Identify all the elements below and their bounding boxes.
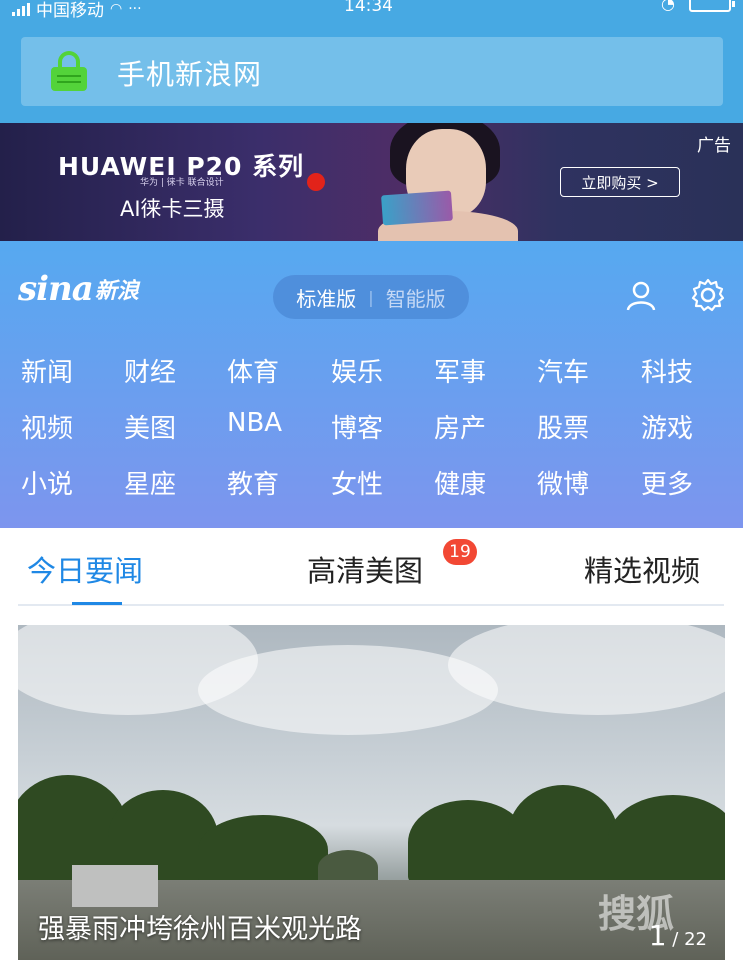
- nav-item[interactable]: 娱乐: [331, 352, 421, 389]
- nav-item[interactable]: 女性: [331, 464, 421, 501]
- status-left: 中国移动 ◠ ···: [12, 0, 142, 21]
- nav-item[interactable]: 股票: [537, 408, 627, 445]
- nav-item[interactable]: 财经: [124, 352, 214, 389]
- nav-item[interactable]: 新闻: [21, 352, 111, 389]
- nav-item[interactable]: NBA: [227, 408, 317, 438]
- house-image: [72, 865, 158, 907]
- version-separator: |: [368, 287, 374, 307]
- slide-current: 1: [648, 919, 667, 952]
- battery-icon: [689, 0, 735, 12]
- version-standard[interactable]: 标准版: [296, 283, 356, 312]
- status-time: 14:34: [344, 0, 393, 16]
- tab-divider: [18, 604, 724, 606]
- ad-tagline: AI徕卡三摄: [120, 197, 225, 221]
- lock-icon: [51, 51, 87, 91]
- logo-text-en: sina: [18, 269, 94, 309]
- signal-icon: [12, 2, 30, 16]
- address-bar[interactable]: 手机新浪网: [21, 37, 723, 106]
- nav-row: 新闻 财经 体育 娱乐 军事 汽车 科技: [0, 352, 743, 392]
- nav-item[interactable]: 军事: [434, 352, 524, 389]
- nav-item[interactable]: 星座: [124, 464, 214, 501]
- nav-item[interactable]: 房产: [434, 408, 524, 445]
- ad-banner[interactable]: HUAWEI P20 系列 华为 | 徕卡 联合设计 AI徕卡三摄 广告 立即购…: [0, 123, 743, 241]
- nav-item[interactable]: 游戏: [641, 408, 731, 445]
- headline-caption[interactable]: 强暴雨冲垮徐州百米观光路: [38, 907, 362, 946]
- buy-now-button[interactable]: 立即购买 >: [560, 167, 680, 197]
- status-right: ◔: [661, 0, 735, 13]
- status-bar: 中国移动 ◠ ··· 14:34 ◔: [0, 0, 743, 22]
- sina-logo[interactable]: sina 新浪: [18, 269, 139, 309]
- nav-row: 视频 美图 NBA 博客 房产 股票 游戏: [0, 408, 743, 448]
- ad-label: 广告: [697, 136, 731, 156]
- nav-item[interactable]: 科技: [641, 352, 731, 389]
- browser-toolbar: 手机新浪网: [0, 22, 743, 123]
- gear-icon[interactable]: [690, 277, 726, 313]
- user-icon[interactable]: [625, 279, 657, 311]
- ad-subline: 华为 | 徕卡 联合设计: [140, 178, 224, 188]
- news-tabs: 今日要闻 高清美图 19 精选视频: [0, 528, 743, 608]
- nav-item[interactable]: 体育: [227, 352, 317, 389]
- nav-item[interactable]: 视频: [21, 408, 111, 445]
- alarm-icon: ◔: [661, 0, 675, 13]
- carrier-name: 中国移动: [36, 1, 104, 21]
- nav-item[interactable]: 微博: [537, 464, 627, 501]
- tab-videos[interactable]: 精选视频: [584, 548, 700, 590]
- slide-counter: 1 / 22: [649, 919, 707, 952]
- leica-logo-icon: [307, 173, 325, 191]
- sina-header: sina 新浪 标准版 | 智能版 新闻 财经 体育 娱乐 军事 汽车 科技 视…: [0, 241, 743, 528]
- nav-item[interactable]: 汽车: [537, 352, 627, 389]
- phone-image: [381, 190, 453, 226]
- tab-hd-photos[interactable]: 高清美图: [307, 548, 423, 590]
- headline-carousel[interactable]: 搜狐 强暴雨冲垮徐州百米观光路 1 / 22: [18, 625, 725, 960]
- more-icon: ···: [128, 0, 142, 17]
- nav-item[interactable]: 美图: [124, 408, 214, 445]
- ad-model-image: [378, 123, 518, 241]
- slide-total: / 22: [672, 929, 707, 950]
- tab-top-news[interactable]: 今日要闻: [27, 548, 143, 590]
- active-tab-indicator: [72, 602, 122, 605]
- version-smart[interactable]: 智能版: [386, 283, 446, 312]
- wifi-icon: ◠: [110, 0, 123, 17]
- unread-badge: 19: [443, 539, 477, 565]
- nav-item[interactable]: 教育: [227, 464, 317, 501]
- nav-item[interactable]: 博客: [331, 408, 421, 445]
- nav-row: 小说 星座 教育 女性 健康 微博 更多: [0, 464, 743, 504]
- version-switcher: 标准版 | 智能版: [273, 275, 469, 319]
- page-title: 手机新浪网: [117, 58, 263, 91]
- nav-item[interactable]: 更多: [641, 464, 731, 501]
- nav-item[interactable]: 健康: [434, 464, 524, 501]
- logo-text-cn: 新浪: [94, 279, 139, 304]
- nav-item[interactable]: 小说: [21, 464, 111, 501]
